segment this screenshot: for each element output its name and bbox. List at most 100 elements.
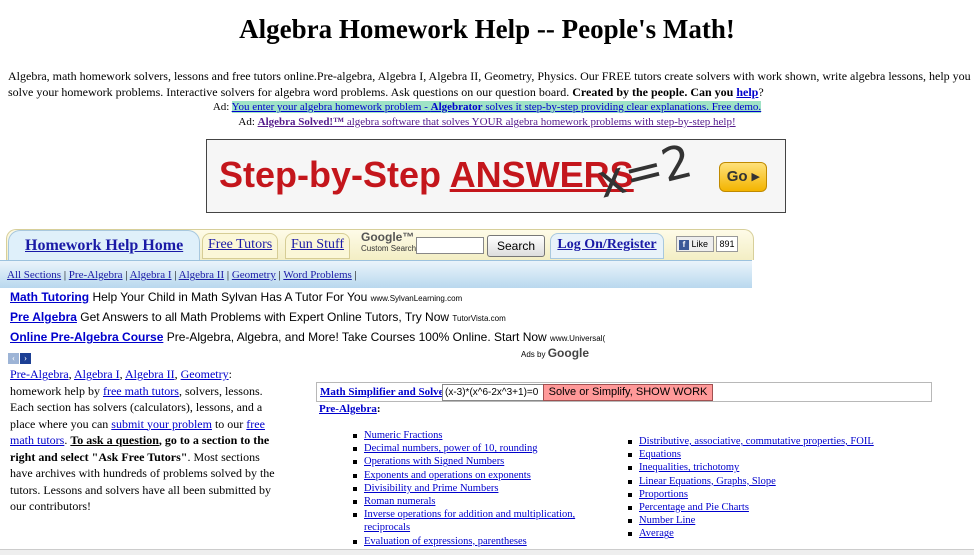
- sponsored-title[interactable]: Math Tutoring: [10, 290, 89, 304]
- topic-link[interactable]: Roman numerals: [364, 496, 435, 507]
- tab-login-register[interactable]: Log On/Register: [550, 233, 664, 259]
- nav-word-problems[interactable]: Word Problems: [283, 269, 351, 281]
- ad-algebra-solved-brand: Algebra Solved!™: [257, 116, 345, 128]
- list-item: Number Line: [628, 514, 928, 527]
- ad-nav-arrows: ‹ ›: [8, 348, 32, 366]
- topic-link[interactable]: Operations with Signed Numbers: [364, 456, 504, 467]
- sponsored-link: Pre Algebra Get Answers to all Math Prob…: [10, 309, 610, 329]
- simplifier-label: Math Simplifier and Solver:: [320, 386, 452, 398]
- list-item: Divisibility and Prime Numbers: [353, 482, 593, 495]
- sponsored-link: Online Pre-Algebra Course Pre-Algebra, A…: [10, 329, 610, 349]
- ads-by-prefix: Ads by: [521, 350, 546, 359]
- google-logo: Google™: [361, 230, 415, 244]
- ad-algebrator-text-b: solves it step-by-step providing clear e…: [485, 101, 762, 113]
- list-item: Linear Equations, Graphs, Slope: [628, 475, 928, 488]
- equation-input[interactable]: [442, 384, 544, 401]
- left-text-c: to our: [214, 416, 244, 431]
- sponsored-title[interactable]: Online Pre-Algebra Course: [10, 330, 163, 344]
- intro-end: ?: [758, 85, 764, 99]
- custom-search-label: Custom Search: [361, 244, 417, 253]
- login-register-link[interactable]: Log On/Register: [557, 237, 656, 252]
- link-submit-problem[interactable]: submit your problem: [111, 417, 212, 431]
- nav-pre-algebra[interactable]: Pre-Algebra: [69, 269, 123, 281]
- list-item: Average: [628, 527, 928, 540]
- link-pre-algebra[interactable]: Pre-Algebra: [10, 367, 69, 381]
- nav-geometry[interactable]: Geometry: [232, 269, 276, 281]
- section-nav: All Sections | Pre-Algebra | Algebra I |…: [0, 260, 752, 288]
- pre-algebra-heading-link[interactable]: Pre-Algebra: [319, 403, 377, 415]
- search-button[interactable]: Search: [487, 235, 545, 257]
- next-arrow-icon[interactable]: ›: [20, 353, 31, 364]
- nav-all-sections[interactable]: All Sections: [7, 269, 61, 281]
- topic-link[interactable]: Average: [639, 528, 674, 539]
- facebook-icon: f: [679, 239, 689, 250]
- topic-link[interactable]: Divisibility and Prime Numbers: [364, 483, 498, 494]
- topic-link[interactable]: Inverse operations for addition and mult…: [364, 509, 575, 533]
- nav-algebra-1[interactable]: Algebra I: [130, 269, 172, 281]
- horizontal-scrollbar[interactable]: [0, 549, 974, 555]
- topic-link[interactable]: Exponents and operations on exponents: [364, 470, 531, 481]
- tab-homework-help-home[interactable]: Homework Help Home: [8, 230, 200, 261]
- banner-go-button[interactable]: Go ▸: [719, 162, 767, 192]
- link-free-math-tutors[interactable]: free math tutors: [103, 384, 179, 398]
- nav-algebra-2[interactable]: Algebra II: [179, 269, 225, 281]
- sponsored-text: Help Your Child in Math Sylvan Has A Tut…: [92, 290, 368, 304]
- topic-link[interactable]: Proportions: [639, 489, 688, 500]
- prev-arrow-icon[interactable]: ‹: [8, 353, 19, 364]
- list-item: Operations with Signed Numbers: [353, 455, 593, 468]
- topic-link[interactable]: Linear Equations, Graphs, Slope: [639, 476, 776, 487]
- help-link[interactable]: help: [736, 85, 758, 99]
- ad-algebra-solved-link[interactable]: Algebra Solved!™ algebra software that s…: [258, 116, 736, 128]
- topic-link[interactable]: Evaluation of expressions, parentheses: [364, 536, 527, 547]
- simplifier-link[interactable]: Math Simplifier and Solver: [320, 386, 448, 398]
- section-heading: Pre-Algebra:: [319, 403, 381, 415]
- topic-link[interactable]: Number Line: [639, 515, 695, 526]
- topic-link[interactable]: Equations: [639, 449, 681, 460]
- like-button[interactable]: f Like: [676, 236, 714, 252]
- ad-banner[interactable]: Step-by-Step ANSWERS x=2 Go ▸: [206, 139, 786, 213]
- ad-algebrator: Ad: You enter your algebra homework prob…: [0, 101, 974, 113]
- sponsored-links: Math Tutoring Help Your Child in Math Sy…: [10, 289, 610, 349]
- math-simplifier: Math Simplifier and Solver: Solve or Sim…: [316, 382, 932, 402]
- topic-link[interactable]: Decimal numbers, power of 10, rounding: [364, 443, 538, 454]
- ads-by-google[interactable]: Ads by Google: [521, 346, 589, 360]
- topic-link[interactable]: Numeric Fractions: [364, 430, 442, 441]
- list-item: Percentage and Pie Charts: [628, 501, 928, 514]
- ad-algebrator-text-a: You enter your algebra homework problem …: [231, 101, 428, 113]
- list-item: Roman numerals: [353, 495, 593, 508]
- sponsored-domain: www.SylvanLearning.com: [370, 294, 463, 303]
- banner-formula: x=2: [591, 139, 698, 209]
- topic-list-right: Distributive, associative, commutative p…: [628, 435, 928, 541]
- list-item: Evaluation of expressions, parentheses: [353, 535, 593, 548]
- ad-prefix: Ad:: [238, 116, 255, 128]
- sponsored-title[interactable]: Pre Algebra: [10, 310, 77, 324]
- solve-button[interactable]: Solve or Simplify, SHOW WORK: [543, 384, 713, 401]
- list-item: Proportions: [628, 488, 928, 501]
- tab-free-tutors-label[interactable]: Free Tutors: [208, 237, 272, 252]
- ad-algebrator-link[interactable]: You enter your algebra homework problem …: [231, 101, 762, 113]
- left-column-text: Pre-Algebra, Algebra I, Algebra II, Geom…: [10, 367, 275, 513]
- banner-slogan: Step-by-Step ANSWERS: [219, 154, 634, 196]
- ad-algebra-solved-text: algebra software that solves YOUR algebr…: [346, 116, 736, 128]
- sponsored-domain: TutorVista.com: [452, 314, 506, 323]
- link-algebra-2[interactable]: Algebra II: [125, 367, 175, 381]
- sponsored-domain: www.Universal(: [550, 334, 606, 343]
- link-algebra-1[interactable]: Algebra I: [74, 367, 120, 381]
- search-input[interactable]: [416, 237, 484, 254]
- sponsored-text: Get Answers to all Math Problems with Ex…: [80, 310, 450, 324]
- tab-free-tutors[interactable]: Free Tutors: [202, 233, 279, 259]
- list-item: Exponents and operations on exponents: [353, 469, 593, 482]
- list-item: Equations: [628, 448, 928, 461]
- tab-fun-stuff[interactable]: Fun Stuff: [285, 233, 351, 259]
- tab-fun-stuff-label[interactable]: Fun Stuff: [291, 237, 344, 252]
- sponsored-text: Pre-Algebra, Algebra, and More! Take Cou…: [166, 330, 547, 344]
- topic-list-left: Numeric Fractions Decimal numbers, power…: [353, 429, 593, 548]
- list-item: Inequalities, trichotomy: [628, 461, 928, 474]
- link-geometry[interactable]: Geometry: [181, 367, 229, 381]
- topic-link[interactable]: Distributive, associative, commutative p…: [639, 436, 874, 447]
- topic-link[interactable]: Inequalities, trichotomy: [639, 462, 739, 473]
- sponsored-link: Math Tutoring Help Your Child in Math Sy…: [10, 289, 610, 309]
- topic-link[interactable]: Percentage and Pie Charts: [639, 502, 749, 513]
- page-title: Algebra Homework Help -- People's Math!: [239, 14, 735, 44]
- list-item: Numeric Fractions: [353, 429, 593, 442]
